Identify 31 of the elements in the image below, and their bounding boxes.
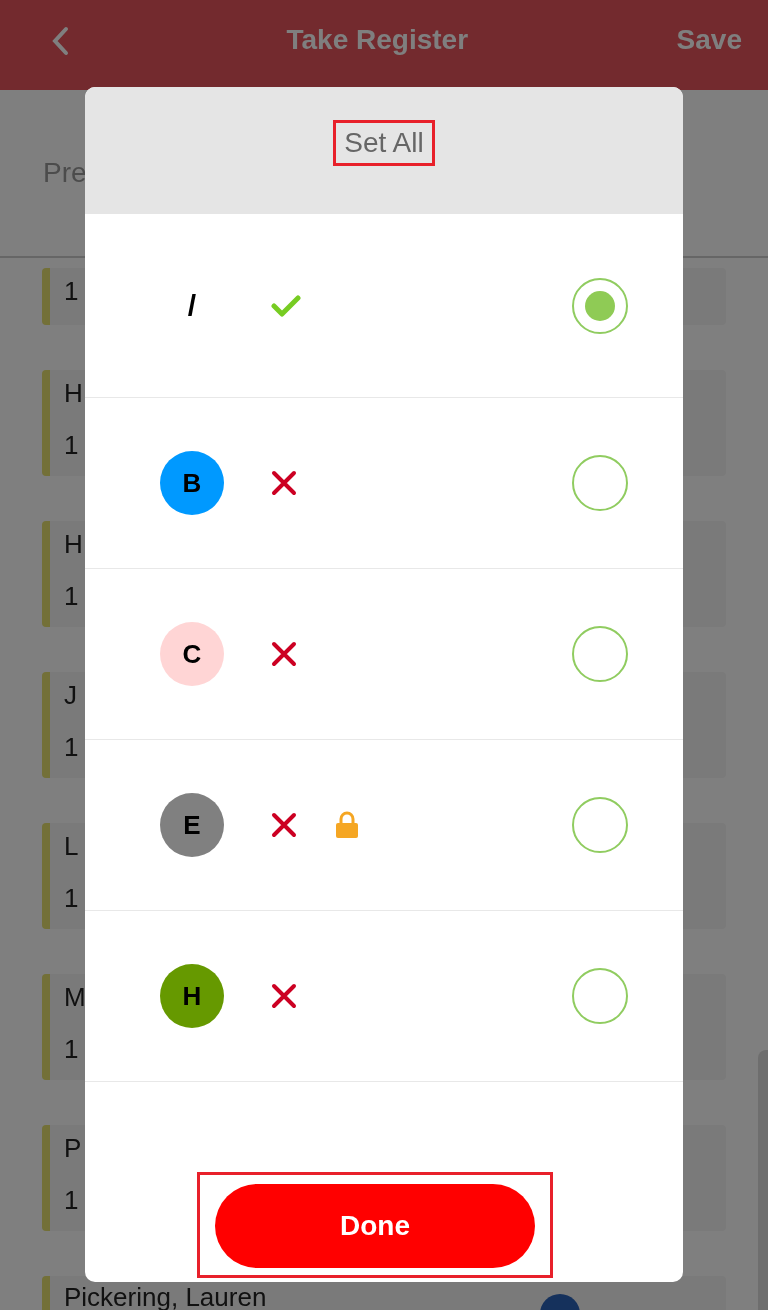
mark-code-badge: H: [160, 964, 224, 1028]
student-detail: 1: [64, 1185, 79, 1215]
radio-button[interactable]: [572, 968, 628, 1024]
student-detail: 1: [64, 581, 79, 611]
student-detail: 1: [64, 276, 79, 306]
mark-code-badge: B: [160, 451, 224, 515]
student-detail: 1: [64, 430, 79, 460]
screen-title: Take Register: [285, 24, 470, 56]
radio-button[interactable]: [572, 277, 628, 334]
mark-option[interactable]: /: [85, 214, 683, 398]
student-name: H: [64, 529, 83, 559]
student-name: M: [64, 982, 86, 1012]
mark-option[interactable]: B: [85, 398, 683, 569]
radio-button[interactable]: [572, 797, 628, 853]
student-name: L: [64, 831, 79, 861]
dialog-title: Set All: [333, 119, 435, 166]
student-name: P: [64, 1133, 82, 1163]
student-detail: 1: [64, 883, 79, 913]
mark-code-badge: E: [160, 793, 224, 857]
student-name: J: [64, 680, 77, 710]
student-detail: 1: [64, 1034, 79, 1064]
mark-option[interactable]: C: [85, 569, 683, 740]
student-detail: 1: [64, 732, 79, 762]
mark-option[interactable]: H: [85, 911, 683, 1082]
mark-code: /: [186, 287, 198, 324]
student-name: H: [64, 378, 83, 408]
mark-code-badge: C: [160, 622, 224, 686]
mark-option[interactable]: E: [85, 740, 683, 911]
done-button[interactable]: Done: [215, 1184, 535, 1268]
radio-button[interactable]: [572, 455, 628, 511]
radio-button[interactable]: [572, 626, 628, 682]
